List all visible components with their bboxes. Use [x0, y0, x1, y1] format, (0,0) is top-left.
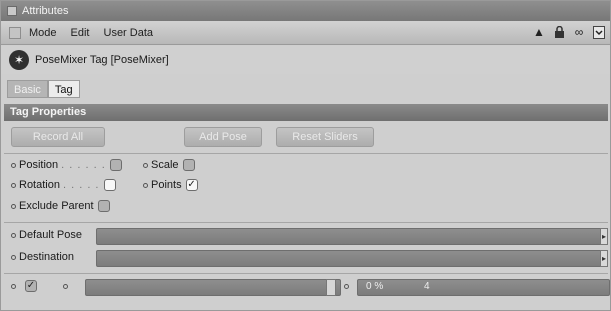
destination-label: Destination: [19, 251, 75, 263]
points-label: Points: [151, 179, 182, 191]
animation-dot-icon[interactable]: [63, 284, 68, 289]
pose-strength-value: 0 %: [366, 281, 384, 292]
scroll-handle-icon[interactable]: [326, 279, 336, 296]
window-title: Attributes: [22, 5, 69, 17]
property-position: Position . . . . . .: [11, 159, 122, 171]
pose-name-dot: [63, 284, 71, 289]
destination-row: Destination: [11, 251, 74, 263]
default-pose-field[interactable]: ▸: [96, 228, 608, 245]
property-points: Points ✓: [143, 179, 198, 191]
pose-strength-dot: [344, 284, 352, 289]
chevron-right-icon[interactable]: ▸: [600, 250, 608, 267]
pose-strength-marker: 4: [424, 281, 430, 292]
tab-tag[interactable]: Tag: [47, 80, 80, 98]
arrow-up-icon[interactable]: ▲: [532, 25, 546, 39]
posemixer-tag-icon: ✶: [9, 50, 29, 70]
animation-dot-icon[interactable]: [11, 232, 16, 238]
object-title: PoseMixer Tag [PoseMixer]: [35, 54, 169, 66]
exclude-parent-label: Exclude Parent: [19, 200, 94, 212]
panel-grip-icon[interactable]: [7, 6, 17, 16]
points-checkbox[interactable]: ✓: [185, 179, 198, 191]
object-header: ✶ PoseMixer Tag [PoseMixer]: [1, 46, 610, 74]
animation-dot-icon[interactable]: [143, 182, 148, 188]
menu-toolbar-right: ▲ ∞: [532, 25, 606, 39]
add-pose-button[interactable]: Add Pose: [184, 127, 262, 147]
window-titlebar[interactable]: Attributes: [1, 1, 610, 21]
tab-basic[interactable]: Basic: [7, 80, 48, 98]
animation-dot-icon[interactable]: [11, 182, 16, 188]
tab-bar: Basic Tag: [7, 80, 80, 98]
pose-name-field[interactable]: [85, 279, 341, 296]
scale-label: Scale: [151, 159, 179, 171]
default-pose-label: Default Pose: [19, 229, 82, 241]
attributes-panel: Attributes Mode Edit User Data ▲ ∞ ✶ Pos…: [0, 0, 611, 311]
button-row: Record All Add Pose Reset Sliders: [1, 125, 610, 149]
menu-bar: Mode Edit User Data ▲ ∞: [1, 21, 610, 45]
lock-icon[interactable]: [552, 25, 566, 39]
record-all-button[interactable]: Record All: [11, 127, 105, 147]
divider: [4, 273, 608, 274]
animation-dot-icon[interactable]: [143, 162, 148, 168]
animation-dot-icon[interactable]: [344, 284, 349, 289]
divider: [4, 222, 608, 223]
position-label: Position: [19, 159, 59, 171]
animation-dot-icon[interactable]: [11, 203, 16, 209]
rotation-checkbox[interactable]: [103, 179, 116, 191]
menu-item-user-data[interactable]: User Data: [104, 27, 154, 39]
destination-field[interactable]: ▸: [96, 250, 608, 267]
checkmark-icon: ✓: [187, 179, 196, 190]
pose-enable-row: ✓: [11, 280, 37, 292]
chevron-right-icon[interactable]: ▸: [600, 228, 608, 245]
rotation-leader: . . . . .: [62, 179, 100, 191]
rotation-label: Rotation: [19, 179, 60, 191]
animation-dot-icon[interactable]: [11, 254, 16, 260]
position-leader: . . . . . .: [61, 159, 106, 171]
section-header-tag-properties[interactable]: Tag Properties: [4, 104, 608, 121]
default-pose-row: Default Pose: [11, 229, 82, 241]
link-icon[interactable]: ∞: [572, 25, 586, 39]
position-checkbox[interactable]: [109, 159, 122, 171]
property-scale: Scale: [143, 159, 195, 171]
checkmark-icon: ✓: [26, 280, 36, 291]
new-window-icon[interactable]: [592, 25, 606, 39]
menu-item-mode[interactable]: Mode: [29, 27, 57, 39]
menu-grip-icon[interactable]: [9, 26, 21, 39]
animation-dot-icon[interactable]: [11, 162, 16, 168]
scale-checkbox[interactable]: [182, 159, 195, 171]
property-rotation: Rotation . . . . .: [11, 179, 116, 191]
animation-dot-icon[interactable]: [11, 283, 16, 289]
menu-item-edit[interactable]: Edit: [71, 27, 90, 39]
exclude-parent-checkbox[interactable]: [97, 200, 110, 212]
pose-strength-slider[interactable]: 0 % 4: [357, 279, 610, 296]
divider: [4, 153, 608, 154]
pose-enable-checkbox[interactable]: ✓: [25, 280, 37, 292]
reset-sliders-button[interactable]: Reset Sliders: [276, 127, 374, 147]
property-exclude-parent: Exclude Parent: [11, 200, 110, 212]
